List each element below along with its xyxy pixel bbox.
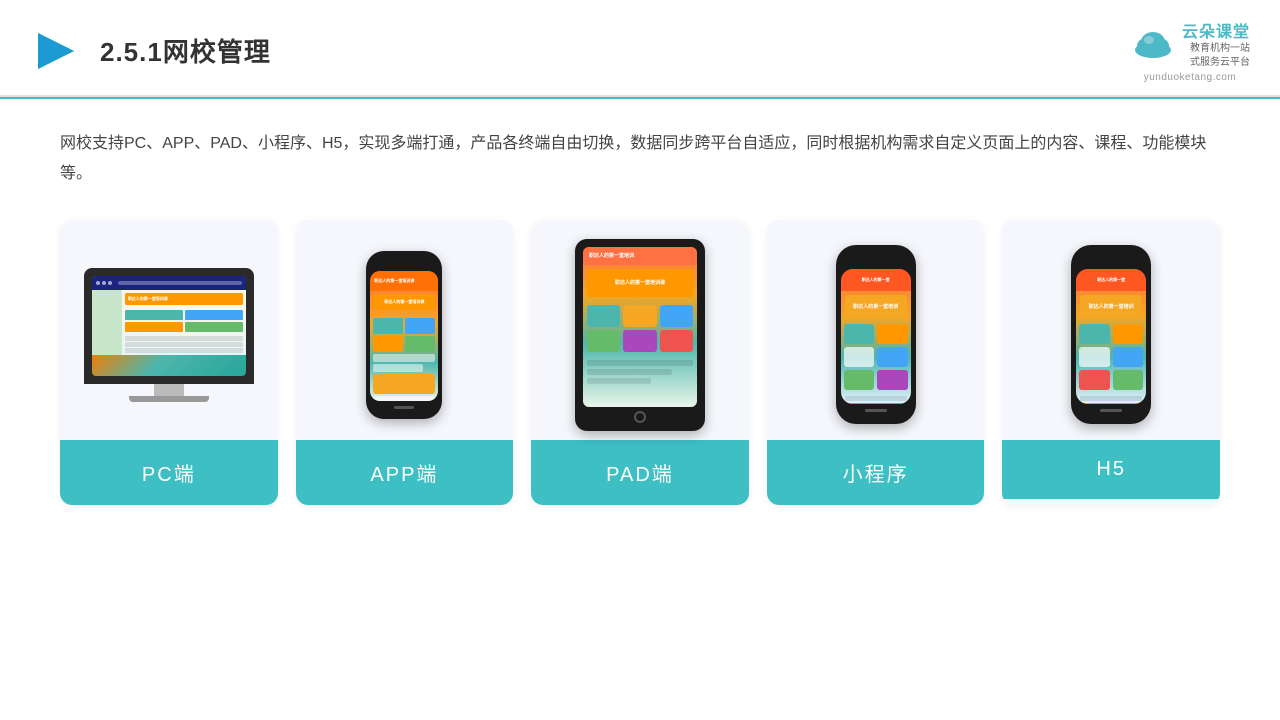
pc-monitor-icon: 职达人的第一堂培训课 [84, 268, 254, 402]
brand-logo: 云朵课堂 教育机构一站 式服务云平台 [1130, 18, 1250, 70]
h5-card: 职达人的第一堂 职达人的第一堂培训 [1002, 220, 1220, 505]
miniapp-label: 小程序 [767, 440, 985, 505]
main-content: 网校支持PC、APP、PAD、小程序、H5，实现多端打通，产品各终端自由切换，数… [0, 99, 1280, 525]
app-label: APP端 [296, 440, 514, 505]
header-right: 云朵课堂 教育机构一站 式服务云平台 yunduoketang.com [1130, 18, 1250, 83]
brand-text-block: 云朵课堂 教育机构一站 式服务云平台 [1182, 18, 1250, 70]
header: 2.5.1网校管理 云朵课堂 教育机构一站 式服务云平台 yunduoketan… [0, 0, 1280, 97]
cloud-icon [1130, 28, 1176, 60]
pc-label: PC端 [60, 440, 278, 505]
h5-image-area: 职达人的第一堂 职达人的第一堂培训 [1002, 220, 1220, 440]
cards-container: 职达人的第一堂培训课 [60, 220, 1220, 505]
pc-image-area: 职达人的第一堂培训课 [60, 220, 278, 440]
h5-label: H5 [1002, 440, 1220, 499]
pad-tablet-icon: 职达人的第一堂培训 职达人的第一堂培训课 [575, 239, 705, 431]
app-phone-icon: 职达人的第一堂培训课 职达人的第一堂培训课 [366, 251, 442, 419]
brand-tagline: 教育机构一站 式服务云平台 [1182, 42, 1250, 70]
header-left: 2.5.1网校管理 [30, 25, 271, 77]
pc-card: 职达人的第一堂培训课 [60, 220, 278, 505]
miniapp-image-area: 职达人的第一堂 职达人的第一堂培训 [767, 220, 985, 440]
logo-arrow-icon [30, 25, 82, 77]
miniapp-phone-icon: 职达人的第一堂 职达人的第一堂培训 [836, 245, 916, 424]
miniapp-card: 职达人的第一堂 职达人的第一堂培训 [767, 220, 985, 505]
app-image-area: 职达人的第一堂培训课 职达人的第一堂培训课 [296, 220, 514, 440]
pad-image-area: 职达人的第一堂培训 职达人的第一堂培训课 [531, 220, 749, 440]
brand-name: 云朵课堂 [1182, 18, 1250, 42]
h5-phone-icon: 职达人的第一堂 职达人的第一堂培训 [1071, 245, 1151, 424]
pad-card: 职达人的第一堂培训 职达人的第一堂培训课 [531, 220, 749, 505]
brand-domain: yunduoketang.com [1144, 72, 1237, 83]
description-text: 网校支持PC、APP、PAD、小程序、H5，实现多端打通，产品各终端自由切换，数… [60, 129, 1220, 190]
pad-label: PAD端 [531, 440, 749, 505]
app-card: 职达人的第一堂培训课 职达人的第一堂培训课 [296, 220, 514, 505]
page-title: 2.5.1网校管理 [100, 32, 271, 69]
